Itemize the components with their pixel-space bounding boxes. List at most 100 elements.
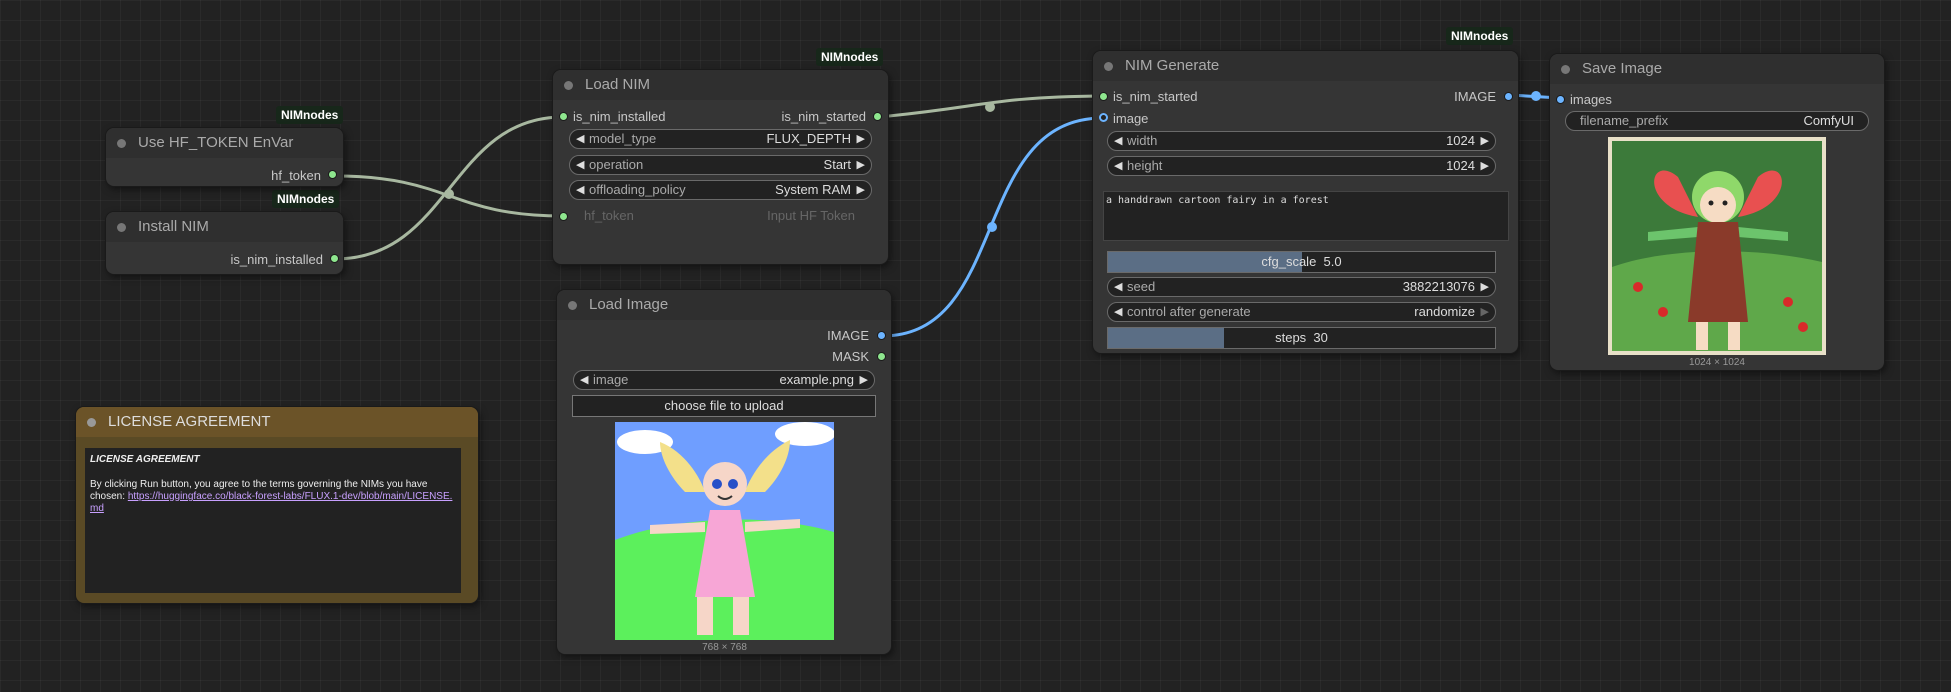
hf-token-input-widget[interactable]: hf_token Input HF Token bbox=[569, 206, 872, 226]
arrow-left-icon[interactable]: ◀ bbox=[576, 130, 584, 148]
license-link[interactable]: https://huggingface.co/black-forest-labs… bbox=[90, 491, 452, 514]
arrow-left-icon[interactable]: ◀ bbox=[1114, 157, 1122, 175]
is-nim-started-input-slot[interactable] bbox=[1099, 92, 1108, 101]
image-output-slot[interactable] bbox=[1504, 92, 1513, 101]
arrow-right-icon[interactable]: ▶ bbox=[857, 130, 865, 148]
image-size-caption: 768 × 768 bbox=[702, 642, 747, 653]
widget-value: System RAM bbox=[775, 182, 851, 197]
is-nim-installed-input-label: is_nim_installed bbox=[573, 109, 666, 124]
image-output-label: IMAGE bbox=[1454, 89, 1496, 104]
prompt-textarea[interactable]: a handdrawn cartoon fairy in a forest bbox=[1103, 191, 1509, 241]
widget-value: 3882213076 bbox=[1402, 279, 1475, 294]
collapse-dot-icon[interactable] bbox=[117, 223, 126, 232]
operation-combo[interactable]: ◀ operation Start ▶ bbox=[569, 155, 872, 175]
collapse-dot-icon[interactable] bbox=[117, 139, 126, 148]
widget-label: model_type bbox=[589, 131, 657, 146]
node-title-bar[interactable]: Load NIM bbox=[553, 70, 888, 100]
is-nim-started-input-label: is_nim_started bbox=[1113, 89, 1198, 104]
widget-value: FLUX_DEPTH bbox=[766, 131, 851, 146]
images-input-label: images bbox=[1570, 92, 1612, 107]
height-number-widget[interactable]: ◀ height 1024 ▶ bbox=[1107, 156, 1496, 176]
width-number-widget[interactable]: ◀ width 1024 ▶ bbox=[1107, 131, 1496, 151]
collapse-dot-icon[interactable] bbox=[568, 301, 577, 310]
wire-nim-started bbox=[878, 94, 1104, 119]
node-title-bar[interactable]: Use HF_TOKEN EnVar bbox=[106, 128, 343, 158]
widget-label: width bbox=[1127, 133, 1158, 148]
node-title: Save Image bbox=[1582, 60, 1663, 77]
arrow-right-icon[interactable]: ▶ bbox=[1481, 303, 1489, 321]
arrow-left-icon[interactable]: ◀ bbox=[1114, 303, 1122, 321]
is-nim-installed-input-slot[interactable] bbox=[559, 112, 568, 121]
image-output-slot[interactable] bbox=[877, 331, 886, 340]
slider-value: 5.0 bbox=[1323, 254, 1342, 269]
use-hf-token-node[interactable]: Use HF_TOKEN EnVar hf_token bbox=[106, 128, 343, 186]
license-agreement-node[interactable]: LICENSE AGREEMENT LICENSE AGREEMENT By c… bbox=[76, 407, 478, 603]
control-after-generate-combo[interactable]: ◀ control after generate randomize ▶ bbox=[1107, 302, 1496, 322]
arrow-right-icon[interactable]: ▶ bbox=[860, 371, 868, 389]
node-title-bar[interactable]: NIM Generate bbox=[1093, 51, 1518, 81]
hf-token-output-slot[interactable] bbox=[328, 170, 337, 179]
save-image-node[interactable]: Save Image images filename_prefix ComfyU… bbox=[1550, 54, 1884, 370]
image-input-slot[interactable] bbox=[1099, 113, 1108, 122]
widget-label: seed bbox=[1127, 279, 1156, 294]
node-title: NIM Generate bbox=[1125, 57, 1220, 74]
node-title: Install NIM bbox=[138, 218, 209, 235]
arrow-right-icon[interactable]: ▶ bbox=[1481, 132, 1489, 150]
images-input-slot[interactable] bbox=[1556, 95, 1565, 104]
arrow-left-icon[interactable]: ◀ bbox=[576, 181, 584, 199]
node-title: Use HF_TOKEN EnVar bbox=[138, 134, 294, 151]
wire-midpoint bbox=[987, 222, 997, 232]
collapse-dot-icon[interactable] bbox=[564, 81, 573, 90]
collapse-dot-icon[interactable] bbox=[1104, 62, 1113, 71]
widget-value: 1024 bbox=[1446, 133, 1475, 148]
arrow-left-icon[interactable]: ◀ bbox=[580, 371, 588, 389]
node-title-bar[interactable]: LICENSE AGREEMENT bbox=[76, 407, 478, 437]
arrow-right-icon[interactable]: ▶ bbox=[1481, 278, 1489, 296]
collapse-dot-icon[interactable] bbox=[87, 418, 96, 427]
widget-value: randomize bbox=[1414, 304, 1475, 319]
is-nim-started-output-slot[interactable] bbox=[873, 112, 882, 121]
model-type-combo[interactable]: ◀ model_type FLUX_DEPTH ▶ bbox=[569, 129, 872, 149]
wire-load-image bbox=[881, 116, 1104, 338]
arrow-left-icon[interactable]: ◀ bbox=[576, 156, 584, 174]
wire-nim-installed bbox=[334, 115, 564, 261]
wire-midpoint bbox=[985, 102, 995, 112]
widget-value: example.png bbox=[779, 372, 854, 387]
is-nim-started-output-label: is_nim_started bbox=[781, 109, 866, 124]
collapse-dot-icon[interactable] bbox=[1561, 65, 1570, 74]
license-body: By clicking Run button, you agree to the… bbox=[90, 479, 456, 515]
load-nim-node[interactable]: Load NIM is_nim_installed is_nim_started… bbox=[553, 70, 888, 264]
node-source-badge: NIMnodes bbox=[276, 106, 344, 124]
image-size-caption: 1024 × 1024 bbox=[1689, 357, 1745, 368]
example-image-preview bbox=[615, 422, 834, 640]
cfg-scale-slider[interactable]: cfg_scale 5.0 bbox=[1107, 251, 1496, 273]
is-nim-installed-output-slot[interactable] bbox=[330, 254, 339, 263]
arrow-left-icon[interactable]: ◀ bbox=[1114, 132, 1122, 150]
arrow-right-icon[interactable]: ▶ bbox=[857, 156, 865, 174]
filename-prefix-text-widget[interactable]: filename_prefix ComfyUI bbox=[1565, 111, 1869, 131]
arrow-right-icon[interactable]: ▶ bbox=[1481, 157, 1489, 175]
choose-file-button[interactable]: choose file to upload bbox=[572, 395, 876, 417]
node-source-badge: NIMnodes bbox=[272, 190, 340, 208]
nim-generate-node[interactable]: NIM Generate is_nim_started image IMAGE … bbox=[1093, 51, 1518, 353]
node-title-bar[interactable]: Load Image bbox=[557, 290, 891, 320]
wire-midpoint bbox=[444, 189, 454, 199]
offloading-policy-combo[interactable]: ◀ offloading_policy System RAM ▶ bbox=[569, 180, 872, 200]
load-image-node[interactable]: Load Image IMAGE MASK ◀ image example.pn… bbox=[557, 290, 891, 654]
mask-output-slot[interactable] bbox=[877, 352, 886, 361]
image-file-combo[interactable]: ◀ image example.png ▶ bbox=[573, 370, 875, 390]
widget-label: hf_token bbox=[584, 208, 634, 223]
generated-image-preview bbox=[1608, 137, 1826, 355]
seed-number-widget[interactable]: ◀ seed 3882213076 ▶ bbox=[1107, 277, 1496, 297]
arrow-right-icon[interactable]: ▶ bbox=[857, 181, 865, 199]
slider-value: 30 bbox=[1313, 330, 1328, 345]
arrow-left-icon[interactable]: ◀ bbox=[1114, 278, 1122, 296]
install-nim-node[interactable]: Install NIM is_nim_installed bbox=[106, 212, 343, 274]
steps-slider[interactable]: steps 30 bbox=[1107, 327, 1496, 349]
node-title-bar[interactable]: Install NIM bbox=[106, 212, 343, 242]
node-title: Load NIM bbox=[585, 76, 651, 93]
hf-token-input-slot[interactable] bbox=[559, 212, 568, 221]
node-source-badge: NIMnodes bbox=[816, 48, 884, 66]
hf-token-output-label: hf_token bbox=[271, 168, 321, 183]
node-title-bar[interactable]: Save Image bbox=[1550, 54, 1884, 84]
